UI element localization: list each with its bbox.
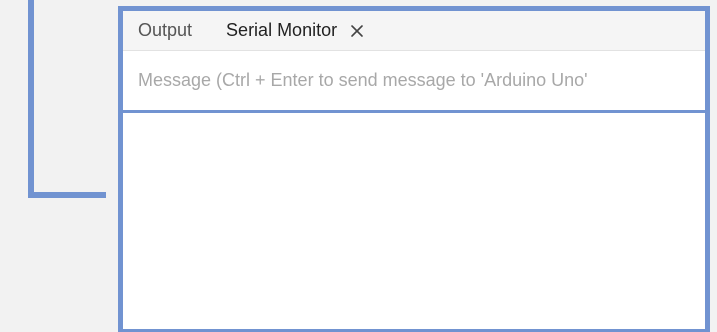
callout-connector-horizontal <box>28 192 106 198</box>
screenshot-stage: Output Serial Monitor <box>0 0 717 332</box>
tab-output-label: Output <box>138 20 193 40</box>
tab-serial-monitor[interactable]: Serial Monitor <box>226 20 365 41</box>
serial-output-area[interactable] <box>123 113 705 323</box>
message-input[interactable] <box>138 70 705 91</box>
tab-output[interactable]: Output <box>138 20 192 41</box>
serial-monitor-panel: Output Serial Monitor <box>118 6 710 332</box>
callout-connector-vertical <box>28 0 34 198</box>
message-input-row <box>123 51 705 113</box>
tab-serial-monitor-label: Serial Monitor <box>226 20 338 40</box>
close-icon[interactable] <box>349 23 365 39</box>
panel-tab-bar: Output Serial Monitor <box>123 11 705 51</box>
